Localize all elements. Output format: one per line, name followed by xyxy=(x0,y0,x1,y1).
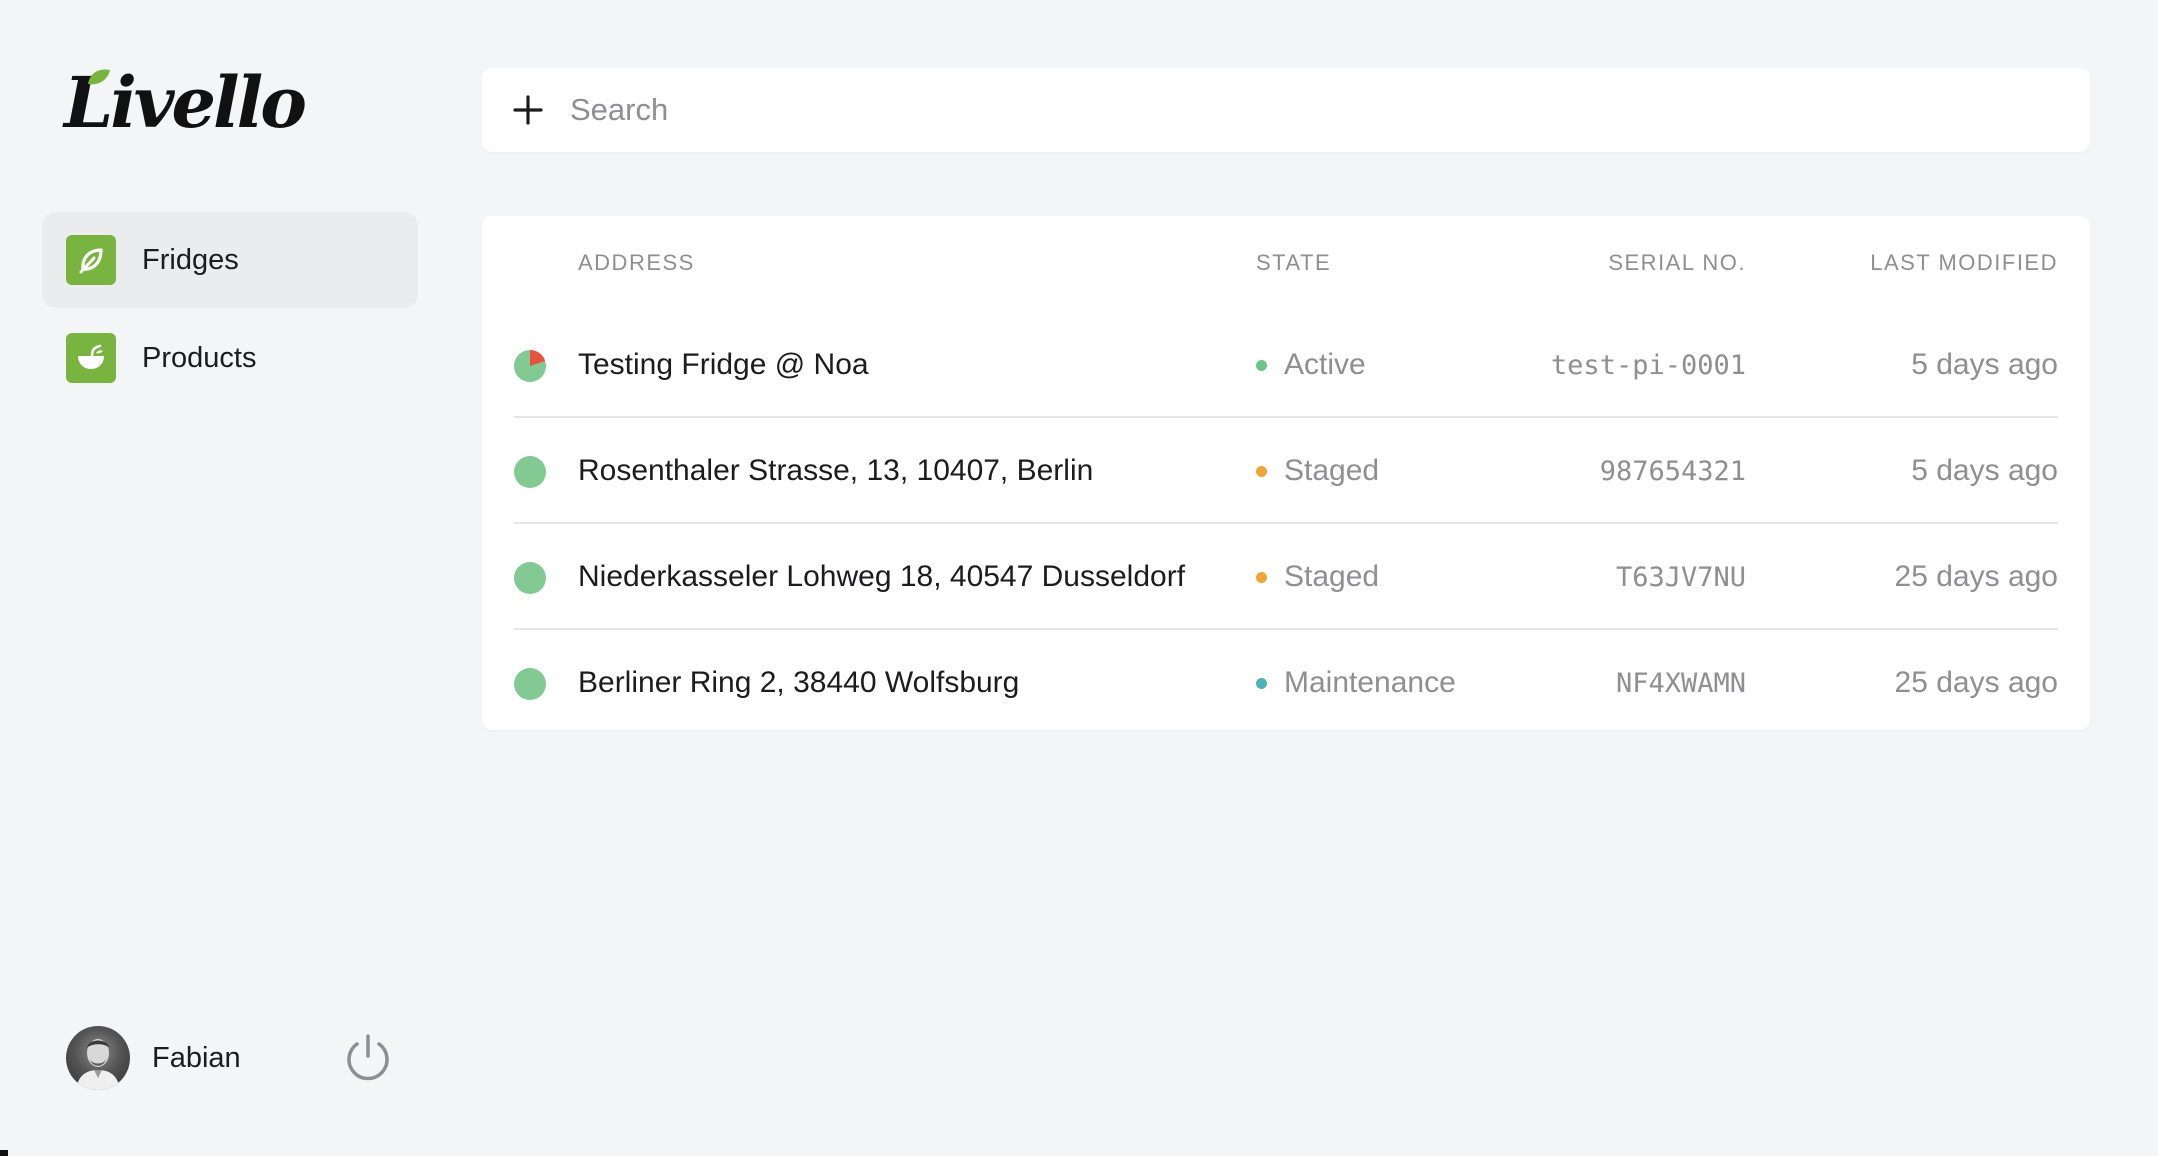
fridge-status-icon xyxy=(514,562,546,594)
plus-icon xyxy=(513,95,543,125)
sidebar-item-label: Fridges xyxy=(142,243,239,276)
column-header-state[interactable]: STATE xyxy=(1256,250,1331,276)
row-last-modified: 25 days ago xyxy=(1894,666,2058,699)
row-address: Testing Fridge @ Noa xyxy=(578,348,869,381)
bowl-icon xyxy=(66,333,116,383)
leaf-icon xyxy=(66,235,116,285)
row-state: Maintenance xyxy=(1256,666,1456,700)
sidebar-item-fridges[interactable]: Fridges xyxy=(42,212,418,308)
row-address: Rosenthaler Strasse, 13, 10407, Berlin xyxy=(578,454,1094,487)
table-row[interactable]: Rosenthaler Strasse, 13, 10407, Berlin S… xyxy=(514,418,2058,524)
row-serial: test-pi-0001 xyxy=(1550,350,1746,381)
state-dot-icon xyxy=(1256,465,1267,477)
user-name: Fabian xyxy=(152,1041,241,1074)
avatar[interactable] xyxy=(66,1026,130,1090)
row-address: Niederkasseler Lohweg 18, 40547 Dusseldo… xyxy=(578,560,1186,593)
power-icon[interactable] xyxy=(340,1030,396,1086)
table-row[interactable]: Niederkasseler Lohweg 18, 40547 Dusseldo… xyxy=(514,524,2058,630)
sidebar-item-label: Products xyxy=(142,341,257,374)
row-state: Staged xyxy=(1256,560,1379,594)
row-state: Staged xyxy=(1256,454,1379,488)
sidebar-item-products[interactable]: Products xyxy=(42,310,418,406)
table-header: ADDRESS STATE SERIAL NO. LAST MODIFIED xyxy=(482,216,2090,312)
livello-logo[interactable]: Livello xyxy=(64,62,307,158)
column-header-serial[interactable]: SERIAL NO. xyxy=(1608,250,1746,276)
row-last-modified: 5 days ago xyxy=(1911,454,2058,487)
sidebar-nav: Fridges Products xyxy=(42,212,418,408)
table-row[interactable]: Berliner Ring 2, 38440 Wolfsburg Mainten… xyxy=(514,630,2058,736)
row-state: Active xyxy=(1256,348,1366,382)
state-label: Maintenance xyxy=(1284,666,1456,699)
user-profile[interactable]: Fabian xyxy=(66,1026,241,1090)
window-corner-mark xyxy=(0,1150,8,1156)
table-row[interactable]: Testing Fridge @ Noa Active test-pi-0001… xyxy=(514,312,2058,418)
fridge-status-pie-icon xyxy=(514,350,546,382)
column-header-address[interactable]: ADDRESS xyxy=(578,250,695,276)
state-dot-icon xyxy=(1256,677,1267,689)
logo-leaf-icon xyxy=(88,69,110,85)
row-serial: NF4XWAMN xyxy=(1615,668,1746,699)
row-serial: T63JV7NU xyxy=(1615,562,1746,593)
state-label: Staged xyxy=(1284,560,1380,593)
row-serial: 987654321 xyxy=(1599,456,1746,487)
fridge-status-icon xyxy=(514,668,546,700)
state-label: Staged xyxy=(1284,454,1380,487)
row-last-modified: 5 days ago xyxy=(1911,348,2058,381)
sidebar: Livello Fridges Products Fabian xyxy=(0,0,440,1156)
column-header-last-modified[interactable]: LAST MODIFIED xyxy=(1870,250,2058,276)
state-dot-icon xyxy=(1256,571,1267,583)
row-last-modified: 25 days ago xyxy=(1894,560,2058,593)
fridge-status-icon xyxy=(514,456,546,488)
add-button[interactable] xyxy=(498,80,558,140)
search-bar xyxy=(482,68,2090,152)
state-dot-icon xyxy=(1256,359,1267,371)
state-label: Active xyxy=(1284,348,1366,381)
fridges-table: ADDRESS STATE SERIAL NO. LAST MODIFIED T… xyxy=(482,216,2090,730)
search-input[interactable] xyxy=(568,91,2048,129)
row-address: Berliner Ring 2, 38440 Wolfsburg xyxy=(578,666,1020,699)
